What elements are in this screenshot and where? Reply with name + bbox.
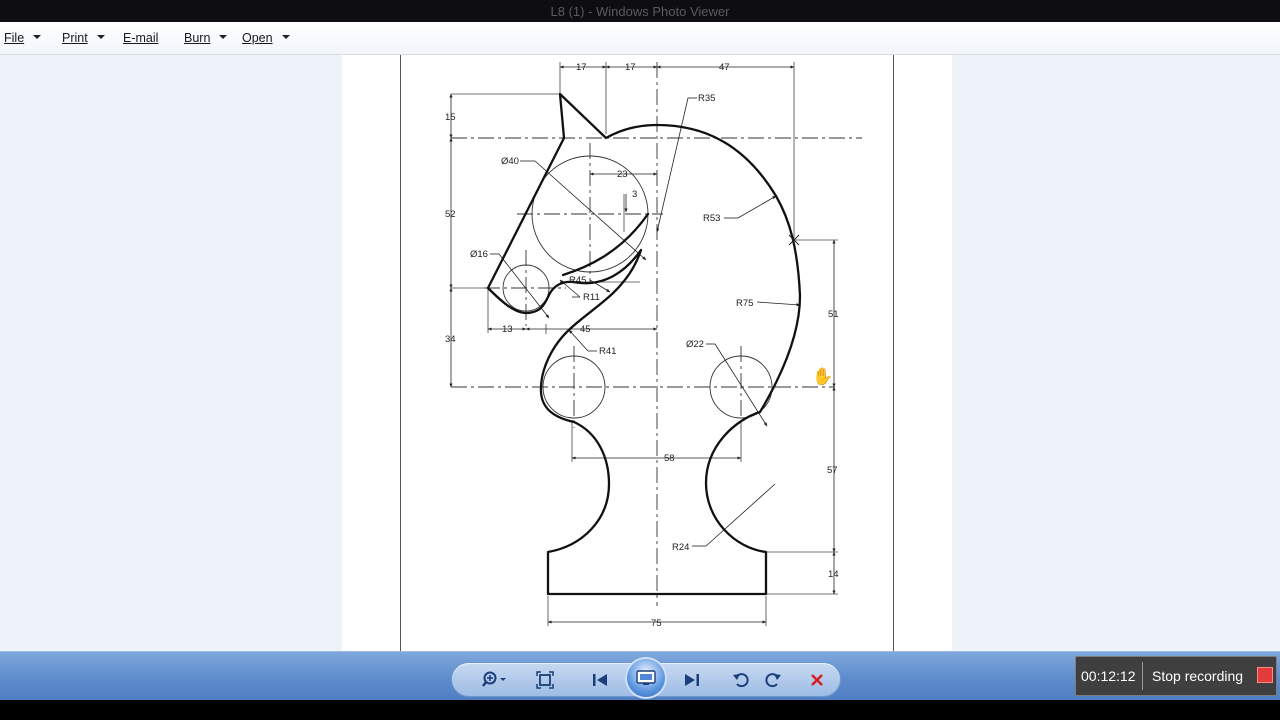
window-title: L8 (1) - Windows Photo Viewer xyxy=(550,4,730,19)
label-r45: R45 xyxy=(569,275,586,286)
stop-square-icon[interactable] xyxy=(1257,667,1273,683)
menu-burn-label: Burn xyxy=(184,31,211,45)
menu-print[interactable]: Print xyxy=(62,31,105,45)
delete-icon[interactable] xyxy=(806,663,828,696)
dim-34: 34 xyxy=(445,334,456,345)
rotate-clockwise-icon[interactable] xyxy=(762,663,784,696)
dim-3: 3 xyxy=(632,189,637,200)
label-o16: Ø16 xyxy=(470,249,488,260)
recording-timer: 00:12:12 xyxy=(1081,668,1136,684)
dim-23: 23 xyxy=(617,169,628,180)
previous-icon[interactable] xyxy=(586,663,614,696)
dim-17a: 17 xyxy=(576,62,587,73)
construction-lines xyxy=(451,62,838,626)
next-icon[interactable] xyxy=(678,663,706,696)
menu-email[interactable]: E-mail xyxy=(123,31,158,45)
knight-outline xyxy=(486,92,802,596)
dim-14: 14 xyxy=(828,569,839,580)
recording-divider xyxy=(1142,662,1143,690)
zoom-icon[interactable] xyxy=(476,663,512,696)
dim-47: 47 xyxy=(719,62,730,73)
dimension-texts: 17 17 47 15 52 34 23 3 13 45 51 57 58 14… xyxy=(445,62,839,629)
stop-recording-button[interactable]: Stop recording xyxy=(1152,668,1243,684)
hand-cursor-icon: ✋ xyxy=(812,367,834,386)
fit-to-window-icon[interactable] xyxy=(532,663,558,696)
knight-drawing: 17 17 47 15 52 34 23 3 13 45 51 57 58 14… xyxy=(445,62,862,629)
dim-58: 58 xyxy=(664,453,675,464)
screen-bottom-edge xyxy=(0,700,1280,720)
dim-15: 15 xyxy=(445,112,456,123)
menu-open-label: Open xyxy=(242,31,273,45)
dim-45: 45 xyxy=(580,324,591,335)
dropdown-arrow-icon[interactable] xyxy=(33,34,42,39)
menu-open[interactable]: Open xyxy=(242,31,290,45)
center-lines xyxy=(451,62,862,606)
dropdown-arrow-icon[interactable] xyxy=(96,34,105,39)
label-r24: R24 xyxy=(672,542,689,553)
label-o22: Ø22 xyxy=(686,339,704,350)
menu-bar: File Print E-mail Burn Open xyxy=(0,22,1280,55)
dim-13: 13 xyxy=(502,324,513,335)
dim-51: 51 xyxy=(828,309,839,320)
menu-file[interactable]: File xyxy=(4,31,42,45)
menu-burn[interactable]: Burn xyxy=(184,31,228,45)
label-r11: R11 xyxy=(583,292,600,303)
image-viewer[interactable]: 17 17 47 15 52 34 23 3 13 45 51 57 58 14… xyxy=(0,55,1280,651)
label-r75: R75 xyxy=(736,298,753,309)
dropdown-arrow-icon[interactable] xyxy=(219,34,228,39)
dropdown-arrow-icon[interactable] xyxy=(281,34,290,39)
label-r35: R35 xyxy=(698,93,715,104)
dimension-lines xyxy=(449,65,836,624)
menu-email-label: E-mail xyxy=(123,31,159,45)
dim-17b: 17 xyxy=(625,62,636,73)
rotate-counterclockwise-icon[interactable] xyxy=(730,663,752,696)
label-r41: R41 xyxy=(599,346,616,357)
thin-circles xyxy=(502,155,773,419)
dim-52: 52 xyxy=(445,209,456,220)
title-bar: L8 (1) - Windows Photo Viewer xyxy=(0,0,1280,22)
slideshow-icon[interactable] xyxy=(627,659,665,697)
label-r53: R53 xyxy=(703,213,720,224)
label-o40: Ø40 xyxy=(501,156,519,167)
dim-57: 57 xyxy=(827,465,838,476)
menu-print-label: Print xyxy=(62,31,88,45)
dim-75: 75 xyxy=(651,618,662,629)
menu-file-label: File xyxy=(4,31,25,45)
recording-panel: 00:12:12 Stop recording xyxy=(1075,656,1277,696)
